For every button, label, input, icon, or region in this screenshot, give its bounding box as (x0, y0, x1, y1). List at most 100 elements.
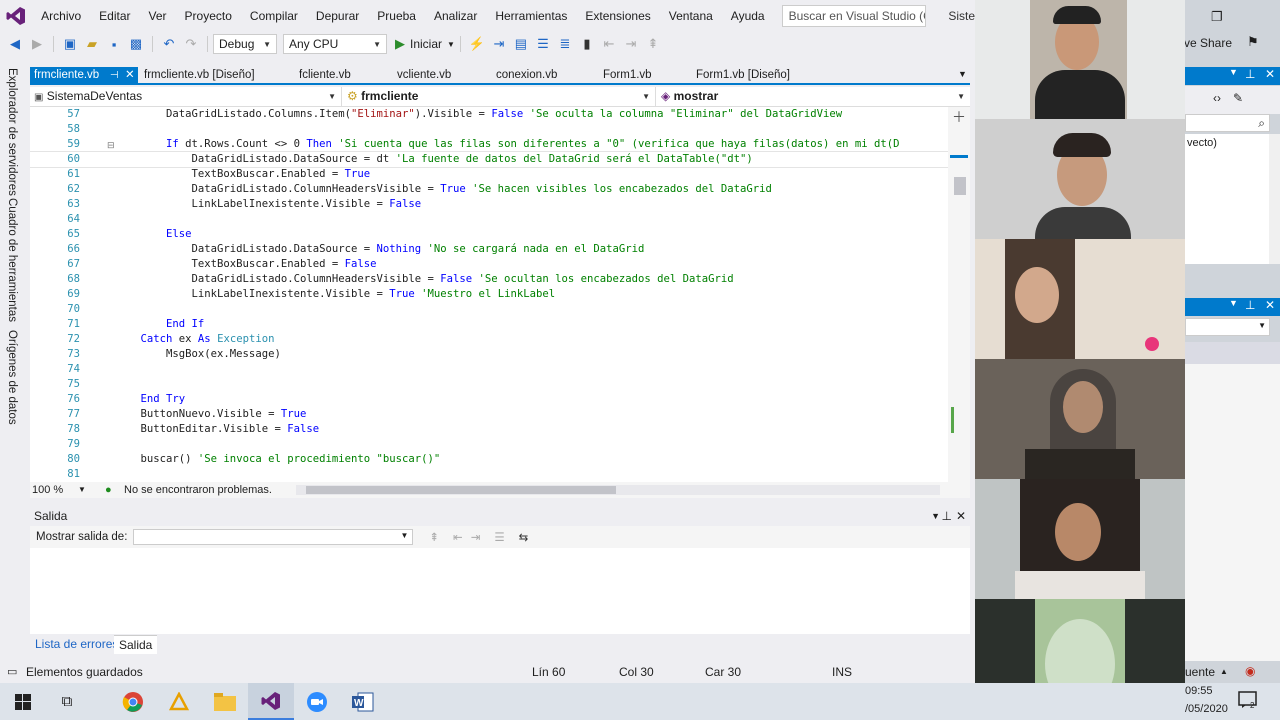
code-line[interactable]: 80 buscar() 'Se invoca el procedimiento … (30, 452, 948, 467)
panel-menu-icon[interactable]: ▼ (1229, 67, 1238, 77)
panel-menu-icon[interactable]: ▼ (1229, 298, 1238, 308)
zoom-icon[interactable] (294, 683, 340, 720)
zoom-level[interactable]: 100 % (32, 482, 63, 498)
data-sources-tab[interactable]: Orígenes de datos (6, 330, 18, 425)
vertical-scrollbar[interactable]: ＋ (948, 107, 970, 482)
menu-item-ayuda[interactable]: Ayuda (722, 0, 774, 32)
bookmark-next-icon[interactable]: ⇥ (622, 35, 640, 53)
solution-scrollbar[interactable] (1269, 134, 1280, 264)
menu-item-extensiones[interactable]: Extensiones (576, 0, 659, 32)
server-explorer-tab[interactable]: Explorador de servidores (6, 68, 18, 196)
chevron-up-icon[interactable]: ▲ (1220, 667, 1228, 676)
menu-item-prueba[interactable]: Prueba (368, 0, 425, 32)
word-wrap-icon[interactable]: ⇆ (519, 530, 529, 544)
source-control-status[interactable]: uente (1185, 665, 1215, 679)
participant-video[interactable] (975, 0, 1185, 119)
tab-form1-vb[interactable]: Form1.vb (599, 67, 652, 84)
code-line[interactable]: 70 (30, 302, 948, 317)
start-button[interactable]: ▶ Iniciar ▼ (395, 36, 455, 52)
code-line[interactable]: 64 (30, 212, 948, 227)
code-line[interactable]: 73 MsgBox(ex.Message) (30, 347, 948, 362)
comment-icon[interactable]: ☰ (534, 35, 552, 53)
code-line[interactable]: 77 ButtonNuevo.Visible = True (30, 407, 948, 422)
clock-date[interactable]: /05/2020 (1185, 703, 1228, 715)
open-folder-icon[interactable]: ▰ (83, 35, 101, 53)
code-line[interactable]: 76 End Try (30, 392, 948, 407)
bookmark-icon[interactable]: ▮ (578, 35, 596, 53)
clock-time[interactable]: 09:55 (1185, 685, 1213, 697)
member-dropdown[interactable]: ◈ mostrar ▼ (657, 87, 970, 106)
code-line[interactable]: 79 (30, 437, 948, 452)
notification-icon[interactable]: ▭ (7, 661, 17, 683)
undo-icon[interactable]: ↶ (160, 35, 178, 53)
tab-frmcliente-design[interactable]: frmcliente.vb [Diseño] (140, 67, 255, 84)
participant-video[interactable] (975, 359, 1185, 479)
menu-item-editar[interactable]: Editar (90, 0, 139, 32)
code-line[interactable]: 74 (30, 362, 948, 377)
menu-item-ver[interactable]: Ver (140, 0, 176, 32)
code-line[interactable]: 66 DataGridListado.DataSource = Nothing … (30, 242, 948, 257)
close-icon[interactable]: ✕ (1265, 67, 1275, 81)
issues-status[interactable]: No se encontraron problemas. (124, 482, 272, 498)
clear-all-icon[interactable]: ☰ (494, 530, 504, 544)
search-input[interactable]: Buscar en Visual Studio (Ctrl... ⌕ (781, 5, 927, 27)
notifications-bell-icon[interactable]: ◉ (1245, 664, 1255, 678)
participant-video[interactable] (975, 479, 1185, 599)
configuration-select[interactable]: Debug ▼ (213, 34, 277, 54)
code-line[interactable]: 60 DataGridListado.DataSource = dt 'La f… (30, 151, 948, 168)
code-line[interactable]: 65 Else (30, 227, 948, 242)
tab-vcliente-vb[interactable]: vcliente.vb (393, 67, 451, 84)
code-line[interactable]: 59 If dt.Rows.Count <> 0 Then 'Si cuenta… (30, 137, 948, 152)
chevron-down-icon[interactable]: ▼ (78, 482, 86, 498)
output-text-area[interactable] (30, 548, 970, 634)
menu-item-ventana[interactable]: Ventana (660, 0, 722, 32)
bookmark-prev-icon[interactable]: ⇤ (600, 35, 618, 53)
platform-select[interactable]: Any CPU ▼ (283, 34, 387, 54)
pin-icon[interactable]: ⊥ (1245, 298, 1255, 312)
collapse-icon[interactable]: ⊟ (107, 140, 115, 151)
panel-menu-icon[interactable]: ▼ (931, 506, 940, 526)
class-dropdown[interactable]: ⚙ frmcliente ▼ (343, 87, 656, 106)
menu-item-archivo[interactable]: Archivo (32, 0, 90, 32)
menu-item-compilar[interactable]: Compilar (241, 0, 307, 32)
next-message-icon[interactable]: ⇥ (471, 530, 481, 544)
code-line[interactable]: 58 (30, 122, 948, 137)
prev-message-icon[interactable]: ⇤ (453, 530, 463, 544)
pin-icon[interactable]: ⊥ (942, 506, 952, 526)
hot-reload-icon[interactable]: ⚡ (468, 35, 486, 53)
tab-form1-design[interactable]: Form1.vb [Diseño] (692, 67, 790, 84)
find-message-icon[interactable]: ⇞ (429, 530, 439, 544)
app-triangle-icon[interactable] (156, 683, 202, 720)
code-line[interactable]: 62 DataGridListado.ColumnHeadersVisible … (30, 182, 948, 197)
properties-object-select[interactable]: ▼ (1185, 318, 1270, 336)
layout-icon[interactable]: ▤ (512, 35, 530, 53)
menu-item-proyecto[interactable]: Proyecto (176, 0, 241, 32)
solution-tree[interactable]: vecto) (1185, 134, 1270, 264)
menu-item-analizar[interactable]: Analizar (425, 0, 486, 32)
start-menu-icon[interactable] (0, 683, 46, 720)
output-source-select[interactable]: ▼ (133, 529, 414, 545)
tab-frmcliente-vb[interactable]: frmcliente.vb ⊣ ✕ (30, 67, 138, 84)
new-project-icon[interactable]: ▣ (61, 35, 79, 53)
tab-error-list[interactable]: Lista de errores (30, 635, 123, 654)
scrollbar-thumb[interactable] (954, 177, 966, 195)
toolbox-tab[interactable]: Cuadro de herramientas (6, 198, 18, 322)
pin-icon[interactable]: ⊣ (110, 67, 119, 84)
code-line[interactable]: 71 End If (30, 317, 948, 332)
code-line[interactable]: 67 TextBoxBuscar.Enabled = False (30, 257, 948, 272)
pin-icon[interactable]: ⊥ (1245, 67, 1255, 81)
tab-fcliente-vb[interactable]: fcliente.vb (295, 67, 351, 84)
code-line[interactable]: 57 DataGridListado.Columns.Item("Elimina… (30, 107, 948, 122)
code-line[interactable]: 63 LinkLabelInexistente.Visible = False (30, 197, 948, 212)
bookmark-clear-icon[interactable]: ⇞ (644, 35, 662, 53)
code-line[interactable]: 69 LinkLabelInexistente.Visible = True '… (30, 287, 948, 302)
forward-icon[interactable]: ▶ (28, 35, 46, 53)
scrollbar-thumb[interactable] (306, 486, 616, 494)
code-line[interactable]: 72 Catch ex As Exception (30, 332, 948, 347)
save-all-icon[interactable]: ▩ (127, 35, 145, 53)
properties-selected-row[interactable] (1185, 342, 1280, 364)
properties-grid[interactable] (1185, 364, 1280, 661)
code-line[interactable]: 68 DataGridListado.ColumnHeadersVisible … (30, 272, 948, 287)
task-view-icon[interactable]: ⧉ (44, 683, 90, 720)
restore-icon[interactable]: ❐ (1211, 9, 1223, 25)
